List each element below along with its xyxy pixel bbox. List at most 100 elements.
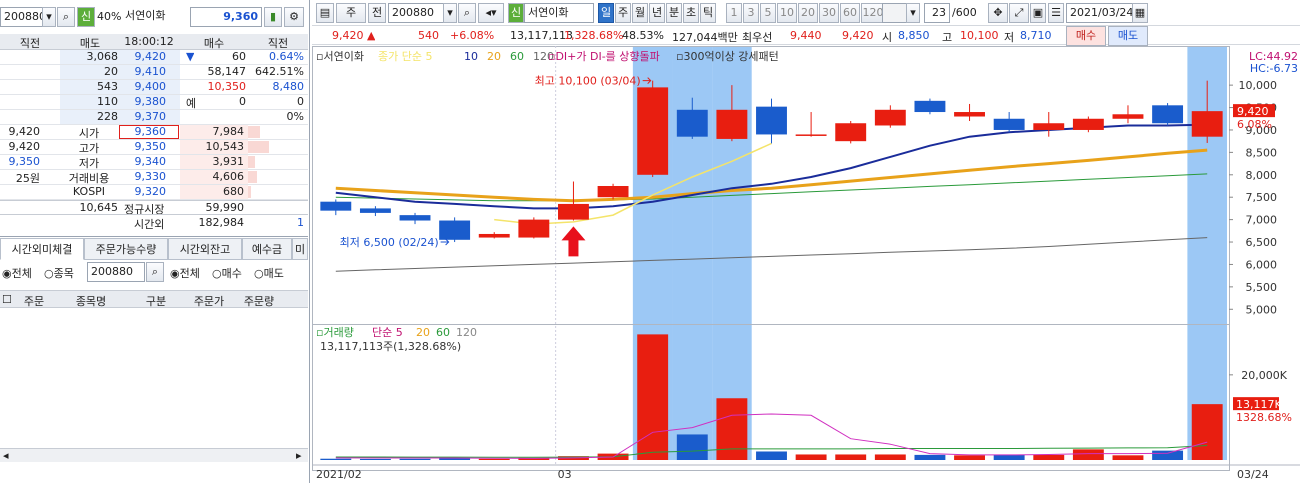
y-tick-label: 10,000 bbox=[1239, 79, 1278, 92]
interval-0[interactable]: 1 bbox=[726, 3, 742, 23]
tab-deposit[interactable]: 예수금 bbox=[242, 238, 292, 260]
calendar-icon[interactable]: ▦ bbox=[1132, 3, 1148, 23]
period-3[interactable]: 년 bbox=[649, 3, 665, 23]
after-hours-label: 시간외 bbox=[134, 218, 165, 231]
sell-button[interactable]: 매도 bbox=[1108, 26, 1148, 46]
candle-body bbox=[597, 186, 629, 198]
tab-afterhours-balance[interactable]: 시간외잔고 bbox=[168, 238, 242, 260]
y-tick-label: 6,000 bbox=[1246, 258, 1278, 271]
period-4[interactable]: 분 bbox=[666, 3, 682, 23]
select-all-checkbox[interactable]: ☐ bbox=[2, 293, 12, 306]
radio-all[interactable]: ◉전체 bbox=[2, 265, 32, 281]
vol-flag-label: 13,117K bbox=[1236, 398, 1282, 411]
left-settings-icon[interactable]: ⚙ bbox=[284, 7, 304, 27]
prev-button[interactable]: 전 bbox=[368, 3, 386, 23]
chart-window-icon[interactable]: ▤ bbox=[316, 3, 334, 23]
selected-price-box[interactable] bbox=[119, 125, 179, 139]
interval-5[interactable]: 30 bbox=[819, 3, 839, 23]
after-hours-right: 1 bbox=[297, 216, 304, 229]
ask-price[interactable]: 9,400 bbox=[120, 80, 167, 93]
volume-bar bbox=[1191, 404, 1223, 460]
period-5[interactable]: 초 bbox=[683, 3, 699, 23]
sound-icon[interactable]: ◂▾ bbox=[478, 3, 504, 23]
col-price: 주문가 bbox=[193, 295, 225, 308]
volume-bar bbox=[716, 398, 748, 460]
left-panel: 200880 ▾ ⌕ 신 40% 서연이화 9,360 ▮ ⚙ 직전 매도 18… bbox=[0, 0, 310, 483]
col-order: 주문 bbox=[23, 295, 45, 308]
radio-sell[interactable]: ○매도 bbox=[254, 265, 284, 281]
radio-buy-label: 매수 bbox=[221, 267, 242, 280]
chart-code-dropdown[interactable]: ▾ bbox=[443, 3, 457, 23]
tools-icon[interactable]: ☰ bbox=[1048, 3, 1064, 23]
left-search-icon[interactable]: ⌕ bbox=[57, 7, 75, 27]
period-1[interactable]: 주 bbox=[615, 3, 631, 23]
total-ask-qty: 10,645 bbox=[79, 201, 119, 214]
volume-bar bbox=[1112, 455, 1144, 460]
tab-more[interactable]: 미 bbox=[292, 238, 308, 260]
tab-afterhours-unfilled[interactable]: 시간외미체결 bbox=[0, 238, 84, 260]
candle-body bbox=[439, 220, 471, 240]
left-code-dropdown[interactable]: ▾ bbox=[42, 7, 56, 27]
ask-price[interactable]: 9,410 bbox=[120, 65, 167, 78]
total-bid-qty: 59,990 bbox=[205, 201, 245, 214]
volume-bar bbox=[1033, 454, 1065, 460]
ask-price[interactable]: 9,420 bbox=[120, 50, 167, 63]
quote-change: 540 bbox=[418, 29, 439, 42]
interval-4[interactable]: 20 bbox=[798, 3, 818, 23]
ask-change: 642.51% bbox=[255, 65, 304, 78]
period-0[interactable]: 일 bbox=[598, 3, 614, 23]
ask-change: 0.64% bbox=[269, 50, 304, 63]
quote-high-label: 고 bbox=[942, 31, 953, 44]
y-tick-label: 5,500 bbox=[1246, 281, 1278, 294]
col-name: 종목명 bbox=[75, 295, 107, 308]
quote-pct: +6.08% bbox=[450, 29, 495, 42]
interval-2[interactable]: 5 bbox=[760, 3, 776, 23]
vol-legend-ma120: 120 bbox=[456, 326, 477, 339]
scroll-right-icon[interactable]: ▸ bbox=[296, 449, 302, 462]
tab-orderable-qty[interactable]: 주문가능수량 bbox=[84, 238, 168, 260]
scroll-left-icon[interactable]: ◂ bbox=[3, 449, 9, 462]
zoom-icon[interactable]: ⤢ bbox=[1009, 3, 1029, 23]
quote-price-value: 9,420 bbox=[332, 29, 364, 42]
volume-bar bbox=[835, 454, 867, 460]
interval-3[interactable]: 10 bbox=[777, 3, 797, 23]
volume-bar bbox=[1152, 450, 1184, 460]
order-grid-hscrollbar[interactable]: ◂ ▸ bbox=[0, 448, 308, 462]
period-6[interactable]: 틱 bbox=[700, 3, 716, 23]
hdr-time: 18:00:12 bbox=[124, 35, 174, 48]
vol-legend-label: ▫거래량 bbox=[316, 326, 354, 339]
bid-price[interactable]: 9,340 bbox=[120, 155, 167, 168]
candle-body bbox=[359, 208, 391, 213]
stock-chart[interactable]: 5,000 5,500 6,000 6,500 7,000 7,500 8,000 8,500… bbox=[312, 46, 1300, 483]
radio-all-2[interactable]: ◉전체 bbox=[170, 265, 200, 281]
interval-dropdown[interactable]: ▾ bbox=[906, 3, 920, 23]
left-chart-icon[interactable]: ▮ bbox=[264, 7, 282, 27]
radio-buy[interactable]: ○매수 bbox=[212, 265, 242, 281]
radio-item[interactable]: ○종목 bbox=[44, 265, 74, 281]
bid-label-value: 9,350 bbox=[8, 155, 41, 168]
bid-price[interactable]: 9,320 bbox=[120, 185, 167, 198]
bid-price[interactable]: 9,330 bbox=[120, 170, 167, 183]
interval-1[interactable]: 3 bbox=[743, 3, 759, 23]
save-icon[interactable]: ▣ bbox=[1030, 3, 1046, 23]
quote-turnover: 48.53% bbox=[622, 29, 664, 42]
interval-6[interactable]: 60 bbox=[840, 3, 860, 23]
buy-button[interactable]: 매수 bbox=[1066, 26, 1106, 46]
candle-body bbox=[716, 109, 748, 139]
ask-price[interactable]: 9,370 bbox=[120, 110, 167, 123]
crosshair-icon[interactable]: ✥ bbox=[988, 3, 1008, 23]
volume-bar bbox=[993, 454, 1025, 460]
filter-code-input[interactable]: 200880 bbox=[87, 262, 145, 282]
period-select[interactable]: 주 bbox=[336, 3, 366, 23]
candle-body bbox=[1072, 118, 1104, 130]
bid-price[interactable]: 9,350 bbox=[120, 140, 167, 153]
filter-search-icon[interactable]: ⌕ bbox=[146, 262, 164, 282]
ask-price[interactable]: 9,380 bbox=[120, 95, 167, 108]
quote-low-label: 저 bbox=[1004, 31, 1015, 44]
ask-bid-prev: 10,350 bbox=[207, 80, 247, 93]
period-2[interactable]: 월 bbox=[632, 3, 648, 23]
vol-pct-flag-label: 1328.68% bbox=[1236, 411, 1292, 424]
ask-change: 0% bbox=[286, 110, 304, 123]
chart-search-icon[interactable]: ⌕ bbox=[458, 3, 476, 23]
view-count-input[interactable]: 23 bbox=[924, 3, 950, 23]
